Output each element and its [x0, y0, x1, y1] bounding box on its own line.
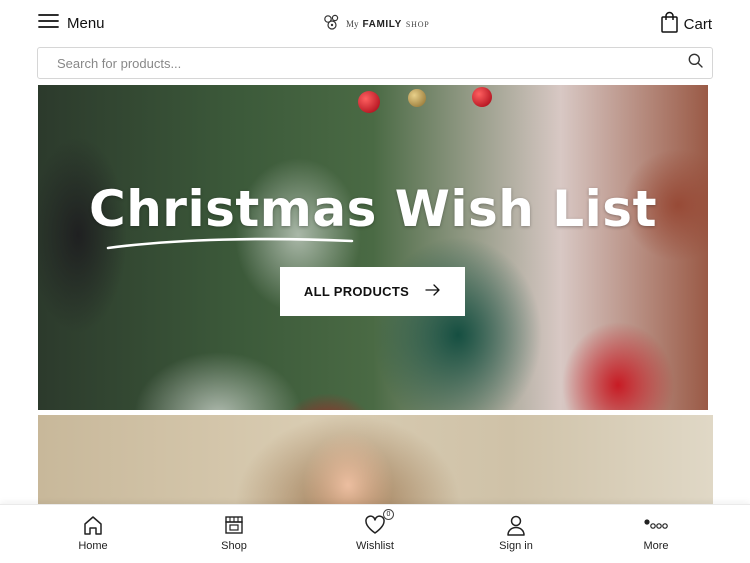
search-icon [688, 53, 703, 73]
search-button[interactable] [678, 48, 712, 78]
logo-text-my: My [346, 19, 359, 29]
menu-label: Menu [67, 14, 105, 32]
logo-text-shop: SHOP [405, 19, 430, 29]
site-logo[interactable]: My FAMILY SHOP [322, 14, 430, 34]
search-input[interactable] [38, 48, 678, 78]
logo-text-family: FAMILY [362, 18, 402, 30]
hamburger-icon [38, 13, 59, 34]
nav-shop[interactable]: Shop [194, 513, 274, 552]
search-bar [37, 47, 713, 79]
nav-sign-in-label: Sign in [499, 540, 533, 552]
nav-shop-label: Shop [221, 540, 247, 552]
hero-title: Christmas Wish List [89, 180, 657, 238]
ornament-decoration [408, 89, 426, 107]
site-header: Menu My FAMILY SHOP Cart [0, 0, 750, 46]
menu-button[interactable]: Menu [38, 12, 105, 34]
all-products-button[interactable]: ALL PRODUCTS [280, 267, 465, 316]
nav-wishlist-label: Wishlist [356, 540, 394, 552]
more-icon [644, 513, 668, 537]
nav-more[interactable]: More [616, 513, 696, 552]
hero-banner: Christmas Wish List ALL PRODUCTS [38, 85, 708, 410]
nav-sign-in[interactable]: Sign in [476, 513, 556, 552]
arrow-right-icon [425, 283, 441, 301]
ornament-decoration [358, 91, 380, 113]
wishlist-count-badge: 0 [383, 509, 394, 520]
bottom-navigation: Home Shop 0 Wishlist Sign in More [0, 504, 750, 563]
nav-home-label: Home [78, 540, 108, 552]
secondary-banner[interactable] [38, 415, 713, 510]
cart-button[interactable]: Cart [660, 11, 712, 38]
ornament-decoration [472, 87, 492, 107]
heart-icon: 0 [364, 509, 394, 537]
user-icon [505, 513, 527, 537]
all-products-label: ALL PRODUCTS [303, 284, 410, 299]
shopping-bag-icon [660, 11, 678, 38]
nav-home[interactable]: Home [53, 513, 133, 552]
logo-mark-icon [322, 13, 342, 36]
nav-wishlist[interactable]: 0 Wishlist [335, 509, 415, 552]
home-icon [82, 513, 104, 537]
cart-label: Cart [683, 15, 712, 33]
nav-more-label: More [643, 540, 669, 552]
shop-icon [223, 513, 245, 537]
title-underline-decoration [106, 235, 356, 256]
